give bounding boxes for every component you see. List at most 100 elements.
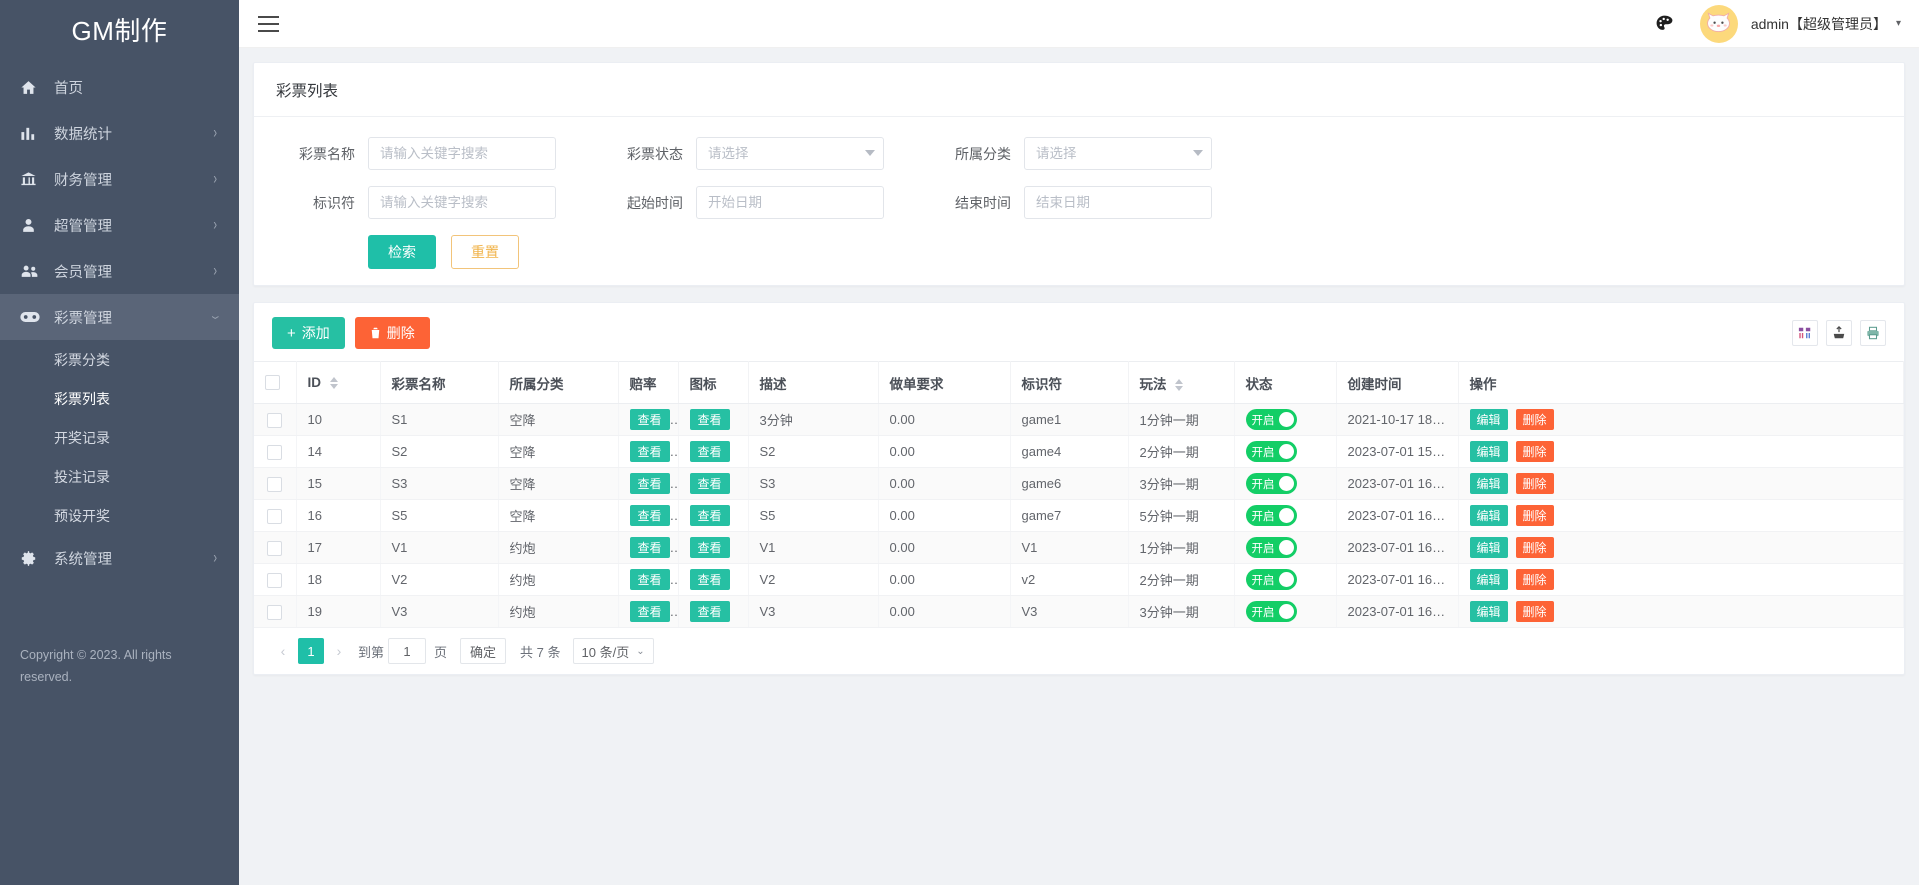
view-odds-button[interactable]: 查看 (630, 441, 670, 462)
row-checkbox[interactable] (267, 413, 282, 428)
view-odds-button[interactable]: 查看 (630, 505, 670, 526)
view-odds-button[interactable]: 查看 (630, 473, 670, 494)
edit-button[interactable]: 编辑 (1470, 569, 1508, 590)
sidebar-subitem-preset-draw[interactable]: 预设开奖 (0, 496, 239, 535)
palette-icon[interactable] (1655, 14, 1674, 33)
view-icon-button[interactable]: 查看 (690, 473, 730, 494)
cell-desc: V2 (748, 564, 878, 596)
status-toggle[interactable]: 开启 (1246, 505, 1297, 526)
add-button[interactable]: + 添加 (272, 317, 345, 349)
row-select-cell (254, 404, 296, 436)
view-odds-button[interactable]: 查看 (630, 601, 670, 622)
print-icon[interactable] (1860, 320, 1886, 346)
lottery-status-select[interactable] (696, 137, 884, 170)
sort-toggle-icon[interactable] (330, 377, 338, 389)
column-header-play[interactable]: 玩法 (1128, 362, 1234, 404)
cell-status: 开启 (1234, 564, 1336, 596)
view-odds-button[interactable]: 查看 (630, 409, 670, 430)
category-select[interactable] (1024, 137, 1212, 170)
field-category: 所属分类 (932, 137, 1212, 170)
export-icon[interactable] (1826, 320, 1852, 346)
view-icon-button[interactable]: 查看 (690, 505, 730, 526)
row-checkbox[interactable] (267, 573, 282, 588)
batch-delete-button[interactable]: 删除 (355, 317, 430, 349)
view-odds-button[interactable]: 查看 (630, 569, 670, 590)
edit-button[interactable]: 编辑 (1470, 537, 1508, 558)
prev-page-button[interactable]: ‹ (272, 639, 294, 663)
row-checkbox[interactable] (267, 605, 282, 620)
cell-identifier: game1 (1010, 404, 1128, 436)
sidebar-subitem-lottery-category[interactable]: 彩票分类 (0, 340, 239, 379)
delete-button[interactable]: 删除 (1516, 537, 1554, 558)
column-label: 玩法 (1140, 377, 1167, 392)
sidebar-item-statistics[interactable]: 数据统计 › (0, 110, 239, 156)
delete-button[interactable]: 删除 (1516, 569, 1554, 590)
goto-page-input[interactable] (388, 638, 426, 664)
cell-play: 3分钟一期 (1128, 468, 1234, 500)
lottery-name-input[interactable] (368, 137, 556, 170)
sidebar-item-finance[interactable]: 财务管理 › (0, 156, 239, 202)
row-checkbox[interactable] (267, 509, 282, 524)
gear-icon (20, 550, 44, 567)
status-toggle[interactable]: 开启 (1246, 409, 1297, 430)
column-header-id[interactable]: ID (296, 362, 380, 404)
view-icon-button[interactable]: 查看 (690, 601, 730, 622)
row-select-cell (254, 468, 296, 500)
edit-button[interactable]: 编辑 (1470, 505, 1508, 526)
status-toggle[interactable]: 开启 (1246, 601, 1297, 622)
page-number-1[interactable]: 1 (298, 638, 324, 664)
row-checkbox[interactable] (267, 541, 282, 556)
status-toggle[interactable]: 开启 (1246, 441, 1297, 462)
sidebar-subitem-bet-records[interactable]: 投注记录 (0, 457, 239, 496)
identifier-input[interactable] (368, 186, 556, 219)
field-label: 彩票状态 (604, 144, 696, 164)
sort-toggle-icon[interactable] (1175, 379, 1183, 391)
end-date-input[interactable] (1024, 186, 1212, 219)
next-page-button[interactable]: › (328, 639, 350, 663)
cell-name: S2 (380, 436, 498, 468)
start-date-input[interactable] (696, 186, 884, 219)
view-odds-button[interactable]: 查看 (630, 537, 670, 558)
status-toggle[interactable]: 开启 (1246, 537, 1297, 558)
sidebar-submenu-lottery: 彩票分类 彩票列表 开奖记录 投注记录 预设开奖 (0, 340, 239, 535)
view-icon-button[interactable]: 查看 (690, 569, 730, 590)
sidebar-subitem-lottery-list[interactable]: 彩票列表 (0, 379, 239, 418)
delete-button[interactable]: 删除 (1516, 409, 1554, 430)
status-toggle-knob (1279, 412, 1294, 427)
page-size-select[interactable]: 10 条/页 ⌄ (573, 638, 654, 664)
cell-category: 空降 (498, 468, 618, 500)
delete-button[interactable]: 删除 (1516, 601, 1554, 622)
view-icon-button[interactable]: 查看 (690, 409, 730, 430)
delete-button[interactable]: 删除 (1516, 441, 1554, 462)
sidebar-item-system[interactable]: 系统管理 › (0, 535, 239, 581)
edit-button[interactable]: 编辑 (1470, 473, 1508, 494)
select-all-checkbox[interactable] (265, 375, 280, 390)
status-toggle[interactable]: 开启 (1246, 473, 1297, 494)
view-icon-button[interactable]: 查看 (690, 537, 730, 558)
edit-button[interactable]: 编辑 (1470, 601, 1508, 622)
sidebar-copyright: Copyright © 2023. All rights reserved. (20, 645, 223, 689)
user-menu[interactable]: admin【超级管理员】 ▾ (1700, 5, 1901, 43)
delete-button[interactable]: 删除 (1516, 473, 1554, 494)
edit-button[interactable]: 编辑 (1470, 409, 1508, 430)
goto-confirm-button[interactable]: 确定 (460, 638, 506, 664)
users-icon (20, 263, 44, 280)
search-submit-button[interactable]: 检索 (368, 235, 436, 269)
cell-name: S1 (380, 404, 498, 436)
main-area: admin【超级管理员】 ▾ 彩票列表 彩票名称 (239, 0, 1919, 885)
delete-button[interactable]: 删除 (1516, 505, 1554, 526)
hamburger-icon[interactable] (253, 9, 283, 39)
sidebar-subitem-draw-records[interactable]: 开奖记录 (0, 418, 239, 457)
view-icon-button[interactable]: 查看 (690, 441, 730, 462)
row-checkbox[interactable] (267, 477, 282, 492)
status-toggle[interactable]: 开启 (1246, 569, 1297, 590)
row-checkbox[interactable] (267, 445, 282, 460)
edit-button[interactable]: 编辑 (1470, 441, 1508, 462)
search-reset-button[interactable]: 重置 (451, 235, 519, 269)
sidebar-item-admin[interactable]: 超管管理 › (0, 202, 239, 248)
sidebar-item-lottery[interactable]: 彩票管理 › (0, 294, 239, 340)
sidebar-item-members[interactable]: 会员管理 › (0, 248, 239, 294)
columns-icon[interactable] (1792, 320, 1818, 346)
table-row: 16S5空降查看查看S50.00game75分钟一期开启2023-07-01 1… (254, 500, 1904, 532)
sidebar-item-home[interactable]: 首页 (0, 64, 239, 110)
